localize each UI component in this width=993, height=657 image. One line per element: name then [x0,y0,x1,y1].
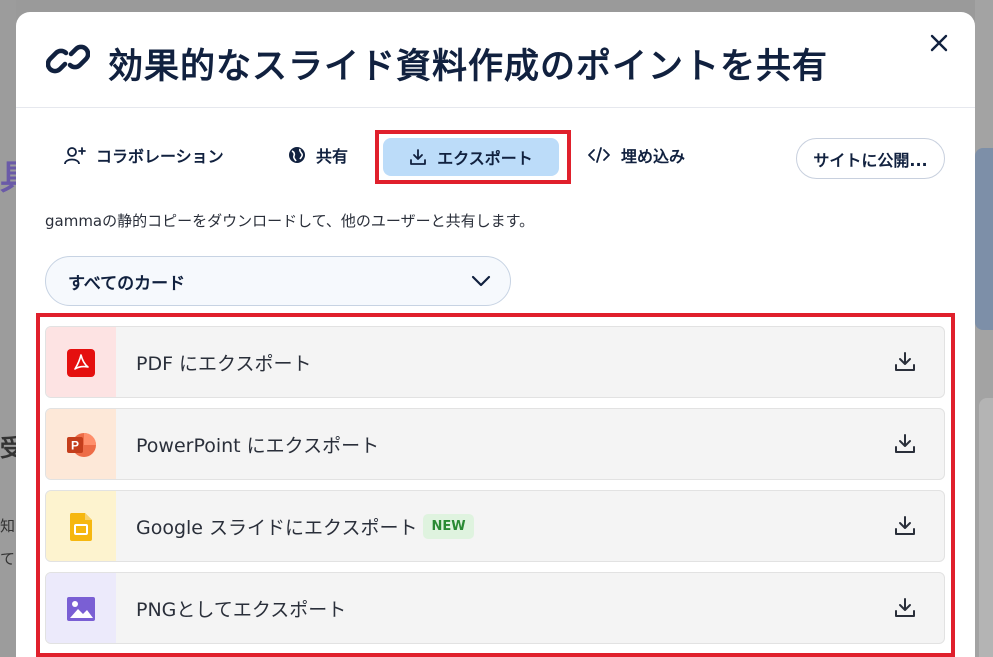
powerpoint-icon: P [67,433,96,457]
download-icon [410,149,427,165]
link-icon [46,44,90,74]
export-description: gammaの静的コピーをダウンロードして、他のユーザーと共有します。 [45,212,535,230]
close-icon[interactable] [928,32,950,54]
background-page-right [975,0,993,657]
chevron-down-icon [471,275,491,287]
add-user-icon [64,147,86,165]
select-value: すべてのカード [68,274,186,294]
google-slides-icon [69,513,92,541]
tab-bar: コラボレーション 共有 エクスポート 埋め込み サイトに公開... [16,108,975,198]
background-card [979,398,993,657]
tab-label: エクスポート [437,149,533,168]
export-label: PowerPoint にエクスポート [136,435,380,457]
export-label: PNGとしてエクスポート [136,599,347,621]
download-icon [895,352,915,371]
background-page-left: 具 受 知 て [0,0,34,657]
download-icon [895,434,915,453]
tab-collaboration[interactable]: コラボレーション [64,136,224,174]
tab-label: 共有 [316,147,349,166]
background-text: 知 [0,517,16,535]
globe-icon [289,147,305,163]
tab-export[interactable]: エクスポート [383,138,559,176]
tab-share[interactable]: 共有 [288,136,348,174]
share-modal: 効果的なスライド資料作成のポイントを共有 コラボレーション 共有 エクスポート … [16,12,975,657]
background-text: て [0,550,16,568]
export-google-slides-option[interactable]: Google スライドにエクスポート NEW [45,490,945,562]
tab-label: 埋め込み [621,147,686,166]
modal-header: 効果的なスライド資料作成のポイントを共有 [16,12,975,108]
publish-site-button[interactable]: サイトに公開... [796,138,945,179]
tab-label: コラボレーション [96,147,224,166]
export-png-option[interactable]: PNGとしてエクスポート [45,572,945,644]
background-panel [975,148,993,330]
code-icon [588,147,610,163]
image-icon [67,597,95,621]
tab-embed[interactable]: 埋め込み [587,136,685,174]
svg-text:P: P [71,439,79,453]
modal-title: 効果的なスライド資料作成のポイントを共有 [108,47,829,87]
export-label: PDF にエクスポート [136,353,312,375]
pdf-icon [67,349,95,377]
export-powerpoint-option[interactable]: P PowerPoint にエクスポート [45,408,945,480]
export-label: Google スライドにエクスポート [136,517,418,539]
download-icon [895,516,915,535]
new-badge: NEW [423,514,474,539]
download-icon [895,598,915,617]
card-scope-select[interactable]: すべてのカード [45,256,511,306]
export-pdf-option[interactable]: PDF にエクスポート [45,326,945,398]
